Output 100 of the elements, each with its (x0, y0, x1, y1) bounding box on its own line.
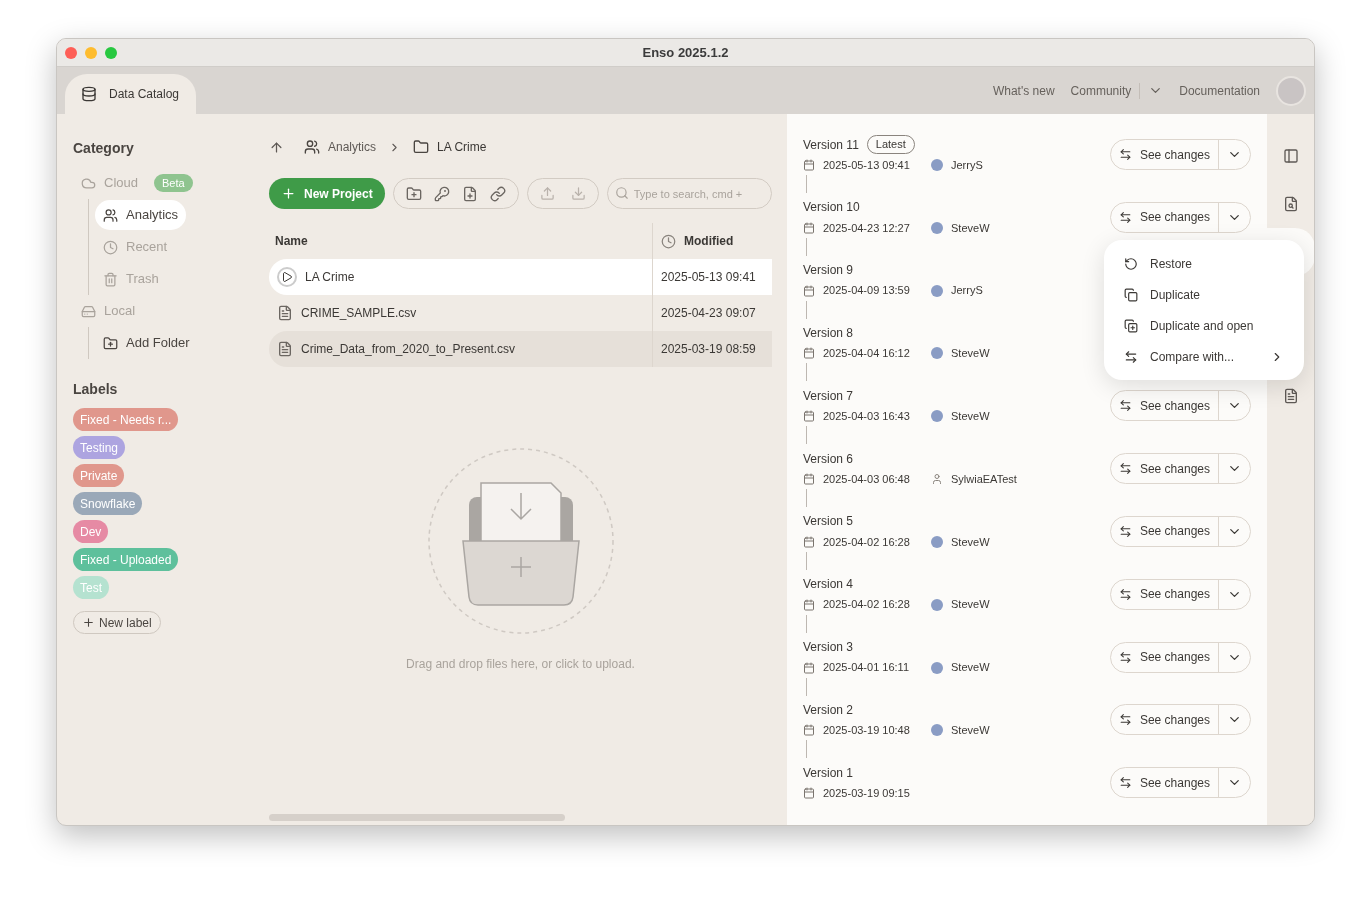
see-changes-button[interactable]: See changes (1110, 642, 1219, 672)
minimize-window-button[interactable] (85, 46, 97, 59)
version-title: Version 7 (803, 387, 854, 405)
version-author: SteveW (951, 220, 990, 236)
search-field[interactable]: Type to search, cmd + (606, 178, 772, 209)
compare-arrows-icon (1118, 399, 1132, 413)
compare-arrows-icon (1118, 524, 1132, 538)
calendar-icon (803, 787, 815, 800)
plus-icon (281, 186, 296, 201)
breadcrumb-item[interactable]: Analytics (328, 138, 377, 156)
version-author: JerryS (951, 157, 983, 173)
see-changes-button[interactable]: See changes (1110, 202, 1219, 232)
file-row[interactable]: LA Crime 2025-05-13 09:41 (269, 259, 772, 295)
version-date: 2025-05-13 09:41 (823, 157, 911, 173)
key-icon[interactable] (433, 185, 450, 202)
version-title: Version 1 (803, 764, 854, 782)
calendar-icon (803, 598, 815, 611)
horizontal-scrollbar[interactable] (269, 814, 565, 821)
version-author: JerryS (951, 283, 983, 299)
nav-link[interactable]: Documentation (1179, 81, 1260, 100)
link-icon[interactable] (489, 185, 506, 202)
menu-item[interactable]: Duplicate and open (1104, 310, 1304, 341)
version-date: 2025-04-23 12:27 (823, 220, 911, 236)
file-row[interactable]: Crime_Data_from_2020_to_Present.csv 2025-03-19 08:59 (269, 331, 772, 367)
labels-heading: Labels (73, 380, 119, 399)
team-icon (304, 139, 320, 155)
compare-arrows-icon (1118, 210, 1132, 224)
column-header[interactable]: Name (269, 223, 652, 259)
calendar-icon (803, 535, 815, 548)
category-heading: Category (73, 139, 135, 158)
file-plus-icon[interactable] (461, 185, 478, 202)
version-date: 2025-04-03 16:43 (823, 409, 911, 424)
calendar-icon (803, 159, 815, 171)
dropzone-hint: Drag and drop files here, or click to upload. (406, 656, 635, 673)
see-changes-button[interactable]: See changes (1110, 705, 1219, 735)
folder-plus-icon[interactable] (405, 185, 422, 202)
zoom-window-button[interactable] (105, 46, 117, 59)
version-title: Version 11 (803, 136, 859, 154)
clock-icon (661, 233, 676, 249)
data-catalog-tab[interactable]: Data Catalog (65, 74, 196, 114)
nav-link[interactable]: What's new (992, 81, 1055, 100)
search-icon (614, 186, 629, 200)
version-author: SteveW (951, 534, 990, 550)
download-icon[interactable] (570, 186, 586, 201)
user-avatar[interactable] (1276, 75, 1306, 106)
version-date: 2025-04-09 13:59 (823, 283, 911, 299)
see-changes-button[interactable]: See changes (1110, 768, 1219, 798)
window-title: Enso 2025.1.2 (642, 43, 729, 62)
compare-arrows-icon (1118, 650, 1132, 664)
database-icon (81, 86, 97, 102)
menu-item[interactable]: Restore (1104, 248, 1304, 279)
calendar-icon (803, 347, 815, 360)
file-name: LA Crime (305, 269, 355, 286)
calendar-icon (803, 221, 815, 234)
version-title: Version 8 (803, 324, 854, 342)
file-icon (277, 305, 293, 321)
see-changes-button[interactable]: See changes (1110, 579, 1219, 609)
calendar-icon (803, 284, 815, 297)
duplicate-icon (1124, 287, 1138, 302)
version-author: SteveW (951, 597, 990, 613)
version-date: 2025-04-03 06:48 (823, 471, 911, 487)
see-changes-button[interactable]: See changes (1110, 454, 1219, 484)
version-author: SteveW (951, 660, 990, 676)
compare-arrows-icon (1118, 462, 1132, 476)
panel-icon (1283, 148, 1299, 164)
see-changes-button[interactable]: See changes (1110, 516, 1219, 546)
version-date: 2025-03-19 10:48 (823, 723, 911, 739)
local-icon (81, 303, 96, 319)
add-folder-icon (103, 335, 118, 351)
version-title: Version 5 (803, 513, 854, 531)
menu-item[interactable]: Duplicate (1104, 279, 1304, 310)
inspect-icon (1283, 196, 1299, 212)
see-changes-button[interactable]: See changes (1110, 391, 1219, 421)
file-icon (277, 341, 293, 357)
see-changes-button[interactable]: See changes (1110, 140, 1219, 169)
compare-arrows-icon (1118, 587, 1132, 601)
calendar-icon (803, 410, 815, 423)
menu-item[interactable]: Compare with... (1104, 341, 1304, 372)
duplicate-open-icon (1124, 318, 1138, 333)
version-title: Version 3 (803, 639, 854, 656)
breadcrumb-item[interactable]: LA Crime (437, 138, 487, 156)
file-name: CRIME_SAMPLE.csv (301, 305, 417, 322)
version-author: SteveW (951, 409, 990, 424)
modified-date: 2025-03-19 08:59 (652, 331, 772, 367)
play-icon[interactable] (277, 267, 297, 287)
version-title: Version 2 (803, 701, 854, 719)
calendar-icon (803, 473, 815, 486)
upload-icon[interactable] (539, 186, 555, 201)
column-header[interactable]: Modified (684, 232, 734, 250)
docs-icon (1283, 388, 1299, 404)
recent-icon (103, 239, 118, 255)
trash-icon (103, 271, 118, 287)
nav-link[interactable]: Community (1070, 81, 1132, 100)
close-window-button[interactable] (65, 46, 77, 59)
version-date: 2025-04-02 16:28 (823, 534, 911, 550)
version-date: 2025-04-01 16:11 (823, 660, 911, 676)
new-project-button[interactable]: New Project (269, 178, 385, 209)
plus-icon (82, 616, 95, 629)
version-author: SteveW (951, 346, 990, 362)
modified-date: 2025-05-13 09:41 (652, 259, 772, 295)
